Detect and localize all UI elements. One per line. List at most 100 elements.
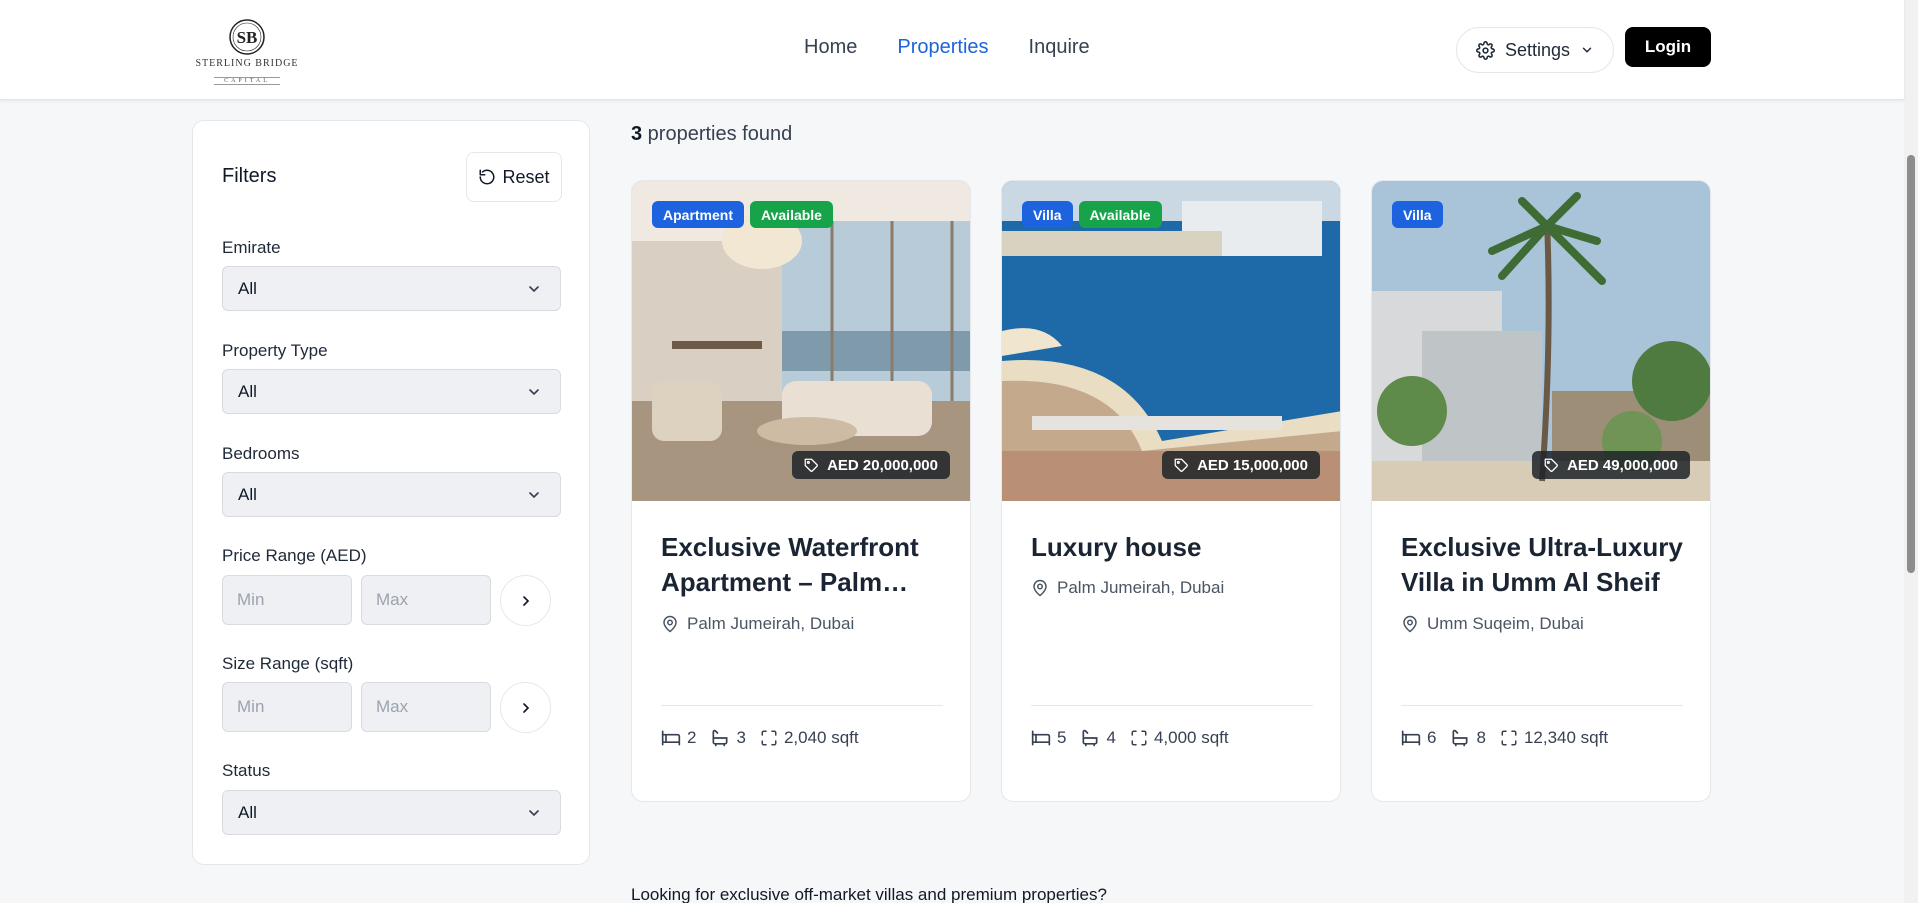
- bedrooms-spec: 5: [1031, 728, 1066, 748]
- property-type-value: All: [238, 381, 257, 401]
- location-text: Palm Jumeirah, Dubai: [1057, 578, 1225, 597]
- nav-properties[interactable]: Properties: [897, 36, 988, 59]
- size-spec: 12,340 sqft: [1500, 728, 1608, 748]
- map-pin-icon: [1033, 579, 1047, 597]
- filters-panel: Filters Reset Emirate All Property Type …: [192, 120, 590, 865]
- site-header: SB STERLING BRIDGE CAPITAL Home Properti…: [0, 0, 1904, 100]
- bed-icon: [661, 730, 681, 746]
- price-apply-button[interactable]: [500, 575, 551, 626]
- expand-icon: [761, 730, 777, 746]
- chevron-down-icon: [1582, 47, 1592, 53]
- card-badges: Villa Available: [1022, 201, 1162, 228]
- bath-icon: [1082, 729, 1098, 747]
- type-badge: Villa: [1022, 201, 1073, 228]
- chevron-right-icon: [522, 702, 529, 713]
- bedrooms-count: 2: [687, 728, 697, 747]
- size-value: 12,340 sqft: [1523, 728, 1609, 747]
- tag-icon: [1174, 458, 1188, 472]
- status-badge: Available: [750, 201, 833, 228]
- svg-text:SB: SB: [237, 28, 258, 47]
- reset-button[interactable]: Reset: [466, 152, 562, 202]
- results-count-number: 3: [631, 123, 643, 145]
- brand-logo[interactable]: SB STERLING BRIDGE CAPITAL: [194, 18, 300, 85]
- property-title[interactable]: Exclusive Waterfront Apartment – Palm Ju…: [661, 530, 951, 600]
- bathrooms-spec: 4: [1080, 728, 1116, 748]
- property-specs: 5 4 4,000 sqft: [1031, 728, 1229, 748]
- property-title[interactable]: Exclusive Ultra-Luxury Villa in Umm Al S…: [1401, 530, 1691, 600]
- price-max-input[interactable]: [361, 575, 491, 625]
- results-count: 3 properties found: [631, 123, 792, 146]
- chevron-down-icon: [529, 810, 539, 817]
- bathrooms-count: 3: [736, 728, 746, 747]
- expand-icon: [1501, 730, 1517, 746]
- nav-home[interactable]: Home: [804, 36, 857, 59]
- chevron-down-icon: [529, 286, 539, 293]
- status-value: All: [238, 802, 257, 822]
- size-min-input[interactable]: [222, 682, 352, 732]
- size-value: 4,000 sqft: [1153, 728, 1229, 747]
- status-label: Status: [222, 761, 271, 780]
- bedrooms-select[interactable]: All: [222, 472, 561, 517]
- bedrooms-value: All: [238, 484, 257, 504]
- price-value: AED 49,000,000: [1567, 456, 1678, 474]
- property-type-select[interactable]: All: [222, 369, 561, 414]
- bed-icon: [1031, 730, 1051, 746]
- page-scrollbar[interactable]: [1904, 0, 1918, 903]
- chevron-down-icon: [529, 492, 539, 499]
- logo-monogram-icon: SB: [229, 19, 265, 55]
- card-divider: [1031, 705, 1313, 706]
- bath-icon: [712, 729, 728, 747]
- scrollbar-thumb[interactable]: [1907, 155, 1915, 573]
- bathrooms-spec: 3: [710, 728, 746, 748]
- status-badge: Available: [1078, 201, 1162, 228]
- bedrooms-count: 5: [1057, 728, 1067, 747]
- size-range-label: Size Range (sqft): [222, 654, 354, 673]
- price-tag: AED 20,000,000: [792, 451, 950, 479]
- bathrooms-count: 8: [1476, 728, 1486, 747]
- emirate-select[interactable]: All: [222, 266, 561, 311]
- property-specs: 2 3 2,040 sqft: [661, 728, 859, 748]
- property-card[interactable]: Villa Available AED 15,000,000 Luxury ho…: [1001, 180, 1341, 802]
- card-divider: [661, 705, 943, 706]
- size-value: 2,040 sqft: [783, 728, 859, 747]
- location-text: Umm Suqeim, Dubai: [1427, 614, 1584, 633]
- type-badge: Villa: [1392, 201, 1443, 228]
- property-specs: 6 8 12,340 sqft: [1401, 728, 1608, 748]
- reset-label: Reset: [502, 166, 550, 187]
- bathrooms-count: 4: [1106, 728, 1116, 747]
- property-card[interactable]: Apartment Available AED 20,000,000 Exclu…: [631, 180, 971, 802]
- price-min-input[interactable]: [222, 575, 352, 625]
- map-pin-icon: [1403, 615, 1417, 633]
- results-count-suffix: properties found: [642, 123, 793, 145]
- property-title[interactable]: Luxury house: [1031, 530, 1321, 565]
- property-location: Palm Jumeirah, Dubai: [661, 614, 854, 634]
- property-card[interactable]: Villa AED 49,000,000 Exclusive Ultra-Lux…: [1371, 180, 1711, 802]
- bed-icon: [1401, 730, 1421, 746]
- bath-icon: [1452, 729, 1468, 747]
- status-select[interactable]: All: [222, 790, 561, 835]
- tag-icon: [1544, 458, 1558, 472]
- size-apply-button[interactable]: [500, 682, 551, 733]
- emirate-label: Emirate: [222, 238, 281, 257]
- chevron-down-icon: [529, 389, 539, 396]
- nav-inquire[interactable]: Inquire: [1029, 36, 1090, 59]
- size-spec: 4,000 sqft: [1130, 728, 1229, 748]
- map-pin-icon: [663, 615, 677, 633]
- price-range-label: Price Range (AED): [222, 546, 367, 565]
- settings-label: Settings: [1504, 39, 1571, 60]
- emirate-value: All: [238, 278, 257, 298]
- settings-button[interactable]: Settings: [1456, 27, 1614, 73]
- gear-icon: [1476, 40, 1495, 60]
- size-max-input[interactable]: [361, 682, 491, 732]
- price-tag: AED 49,000,000: [1532, 451, 1690, 479]
- login-button[interactable]: Login: [1625, 27, 1711, 67]
- property-location: Palm Jumeirah, Dubai: [1031, 578, 1224, 598]
- card-divider: [1401, 705, 1683, 706]
- property-location: Umm Suqeim, Dubai: [1401, 614, 1584, 634]
- tag-icon: [804, 458, 818, 472]
- off-market-prompt: Looking for exclusive off-market villas …: [631, 885, 1107, 903]
- price-tag: AED 15,000,000: [1162, 451, 1320, 479]
- bedrooms-spec: 6: [1401, 728, 1436, 748]
- size-spec: 2,040 sqft: [760, 728, 859, 748]
- logo-subtitle: CAPITAL: [214, 77, 280, 85]
